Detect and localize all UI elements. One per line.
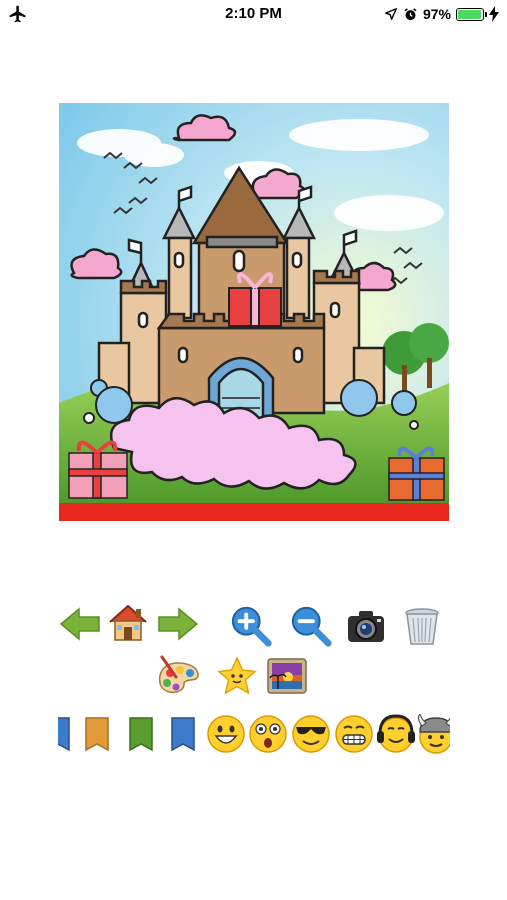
- sticker-emoji-3[interactable]: [291, 712, 331, 756]
- surprised-emoji-icon: [249, 715, 287, 753]
- orange-bookmark-icon: [85, 717, 109, 752]
- sticker-emoji-2[interactable]: [248, 712, 288, 756]
- zoom-in-button[interactable]: [230, 604, 274, 648]
- zoom-out-button[interactable]: [290, 604, 334, 648]
- redo-button[interactable]: [156, 602, 200, 646]
- battery-percent: 97%: [422, 6, 451, 22]
- image-gallery-button[interactable]: [265, 654, 309, 698]
- grimacing-emoji-icon: [335, 715, 373, 753]
- star-icon: [217, 656, 257, 695]
- home-icon: [109, 604, 147, 641]
- star-button[interactable]: [215, 654, 259, 698]
- camera-button[interactable]: [344, 604, 388, 648]
- home-button[interactable]: [106, 600, 150, 644]
- charging-bolt-icon: [489, 6, 499, 22]
- alarm-icon: [404, 7, 417, 20]
- status-bar: 2:10 PM 97%: [0, 0, 507, 28]
- sticker-bookmark-4[interactable]: [163, 712, 203, 756]
- camera-icon: [348, 611, 384, 642]
- palette-icon: [158, 655, 199, 694]
- sticker-bookmark-3[interactable]: [121, 712, 161, 756]
- battery-icon: [456, 7, 487, 21]
- blue-bookmark-icon: [58, 717, 70, 752]
- sticker-strip[interactable]: [58, 712, 450, 756]
- location-icon: [385, 8, 397, 20]
- palette-button[interactable]: [156, 654, 200, 698]
- sticker-emoji-1[interactable]: [206, 712, 246, 756]
- sunglasses-emoji-icon: [292, 715, 330, 753]
- blue-bookmark-icon: [171, 717, 195, 752]
- zoom-in-icon: [231, 606, 272, 647]
- grinning-emoji-icon: [207, 715, 245, 753]
- undo-button[interactable]: [58, 602, 102, 646]
- sticker-emoji-5[interactable]: [376, 712, 416, 756]
- canvas-bottom-bar: [59, 503, 449, 521]
- redo-arrow-icon: [158, 607, 199, 641]
- headphones-emoji-icon: [377, 714, 415, 753]
- image-gallery-icon: [267, 658, 307, 694]
- trash-icon: [405, 608, 439, 645]
- sticker-emoji-6[interactable]: [416, 712, 450, 756]
- coloring-canvas[interactable]: [59, 103, 449, 521]
- sticker-emoji-4[interactable]: [334, 712, 374, 756]
- undo-arrow-icon: [59, 607, 100, 641]
- viking-emoji-icon: [417, 714, 450, 754]
- zoom-out-icon: [291, 606, 332, 647]
- battery-fill: [458, 9, 482, 19]
- sticker-bookmark-2[interactable]: [77, 712, 117, 756]
- sticker-bookmark-1[interactable]: [58, 712, 78, 756]
- trash-button[interactable]: [400, 604, 444, 648]
- green-bookmark-icon: [129, 717, 153, 752]
